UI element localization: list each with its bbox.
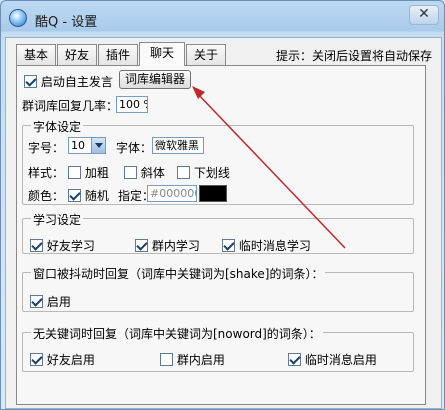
noword-group-option[interactable]: 群内启用 bbox=[160, 351, 225, 368]
group-reply-rate-input[interactable]: 100 % bbox=[116, 96, 148, 113]
italic-checkbox[interactable] bbox=[124, 166, 137, 179]
underline-checkbox[interactable] bbox=[177, 166, 190, 179]
noword-friend-label: 好友启用 bbox=[46, 353, 95, 367]
temp-learning-checkbox[interactable] bbox=[222, 239, 235, 252]
window-title: 酷Q - 设置 bbox=[35, 15, 98, 30]
bold-label: 加粗 bbox=[84, 166, 109, 180]
temp-learning-option[interactable]: 临时消息学习 bbox=[222, 237, 311, 254]
noword-temp-label: 临时消息启用 bbox=[304, 353, 377, 367]
noword-group-label: 群内启用 bbox=[176, 353, 225, 367]
shake-enable-checkbox[interactable] bbox=[30, 295, 43, 308]
style-label: 样式： bbox=[28, 166, 65, 180]
shake-enable-option[interactable]: 启用 bbox=[30, 293, 71, 310]
temp-learning-label: 临时消息学习 bbox=[238, 239, 311, 253]
font-settings-title: 字体设定 bbox=[31, 118, 84, 135]
shake-reply-group: 窗口被抖动时回复（词库中关键词为[shake]的词条）： bbox=[22, 265, 414, 312]
noword-temp-checkbox[interactable] bbox=[288, 353, 301, 366]
auto-speak-checkbox[interactable] bbox=[24, 75, 37, 88]
title-bar: 酷Q - 设置 ✕ bbox=[1, 1, 445, 37]
random-color-label: 随机 bbox=[84, 189, 109, 203]
tab-friends[interactable]: 好友 bbox=[57, 44, 97, 65]
autosave-hint: 提示：关闭后设置将自动保存 bbox=[276, 49, 433, 63]
friend-learning-checkbox[interactable] bbox=[30, 239, 43, 252]
group-reply-rate-label: 群词库回复几率： bbox=[22, 99, 119, 113]
underline-label: 下划线 bbox=[193, 166, 230, 180]
font-family-label: 字体： bbox=[116, 141, 153, 155]
bold-checkbox[interactable] bbox=[68, 166, 81, 179]
auto-speak-option[interactable]: 启动自主发言 bbox=[24, 73, 113, 90]
font-size-value: 10 bbox=[71, 139, 85, 152]
color-swatch[interactable] bbox=[199, 185, 227, 202]
bold-option[interactable]: 加粗 bbox=[68, 164, 109, 181]
random-color-option[interactable]: 随机 bbox=[68, 187, 109, 204]
font-size-dropdown[interactable]: 10 bbox=[68, 137, 106, 154]
close-button[interactable]: ✕ bbox=[409, 5, 439, 25]
underline-option[interactable]: 下划线 bbox=[177, 164, 230, 181]
tab-about[interactable]: 关于 bbox=[186, 44, 226, 65]
color-label: 颜色： bbox=[28, 189, 65, 203]
group-learning-label: 群内学习 bbox=[151, 239, 200, 253]
shake-reply-title: 窗口被抖动时回复（词库中关键词为[shake]的词条）： bbox=[31, 265, 326, 282]
noword-friend-option[interactable]: 好友启用 bbox=[30, 351, 95, 368]
font-family-input[interactable]: 微软雅黑 bbox=[152, 137, 204, 154]
group-learning-checkbox[interactable] bbox=[135, 239, 148, 252]
noword-temp-option[interactable]: 临时消息启用 bbox=[288, 351, 377, 368]
learning-settings-title: 学习设定 bbox=[31, 211, 84, 228]
italic-label: 斜体 bbox=[140, 166, 165, 180]
group-learning-option[interactable]: 群内学习 bbox=[135, 237, 200, 254]
friend-learning-label: 好友学习 bbox=[46, 239, 95, 253]
noword-group-checkbox[interactable] bbox=[160, 353, 173, 366]
tab-chat[interactable]: 聊天 bbox=[139, 42, 185, 66]
shake-enable-label: 启用 bbox=[46, 295, 71, 309]
noword-reply-title: 无关键词时回复（词库中关键词为[noword]的词条）： bbox=[31, 325, 323, 342]
random-color-checkbox[interactable] bbox=[68, 189, 81, 202]
noword-friend-checkbox[interactable] bbox=[30, 353, 43, 366]
lexicon-editor-button[interactable]: 词库编辑器 bbox=[119, 70, 191, 89]
chevron-down-icon[interactable] bbox=[91, 138, 105, 153]
font-size-label: 字号： bbox=[28, 141, 65, 155]
auto-speak-label: 启动自主发言 bbox=[40, 75, 113, 89]
specify-color-input[interactable]: #000000 bbox=[147, 185, 197, 202]
friend-learning-option[interactable]: 好友学习 bbox=[30, 237, 95, 254]
tab-basic[interactable]: 基本 bbox=[16, 44, 56, 65]
italic-option[interactable]: 斜体 bbox=[124, 164, 165, 181]
tab-plugins[interactable]: 插件 bbox=[98, 44, 138, 65]
app-logo-icon bbox=[9, 9, 27, 27]
